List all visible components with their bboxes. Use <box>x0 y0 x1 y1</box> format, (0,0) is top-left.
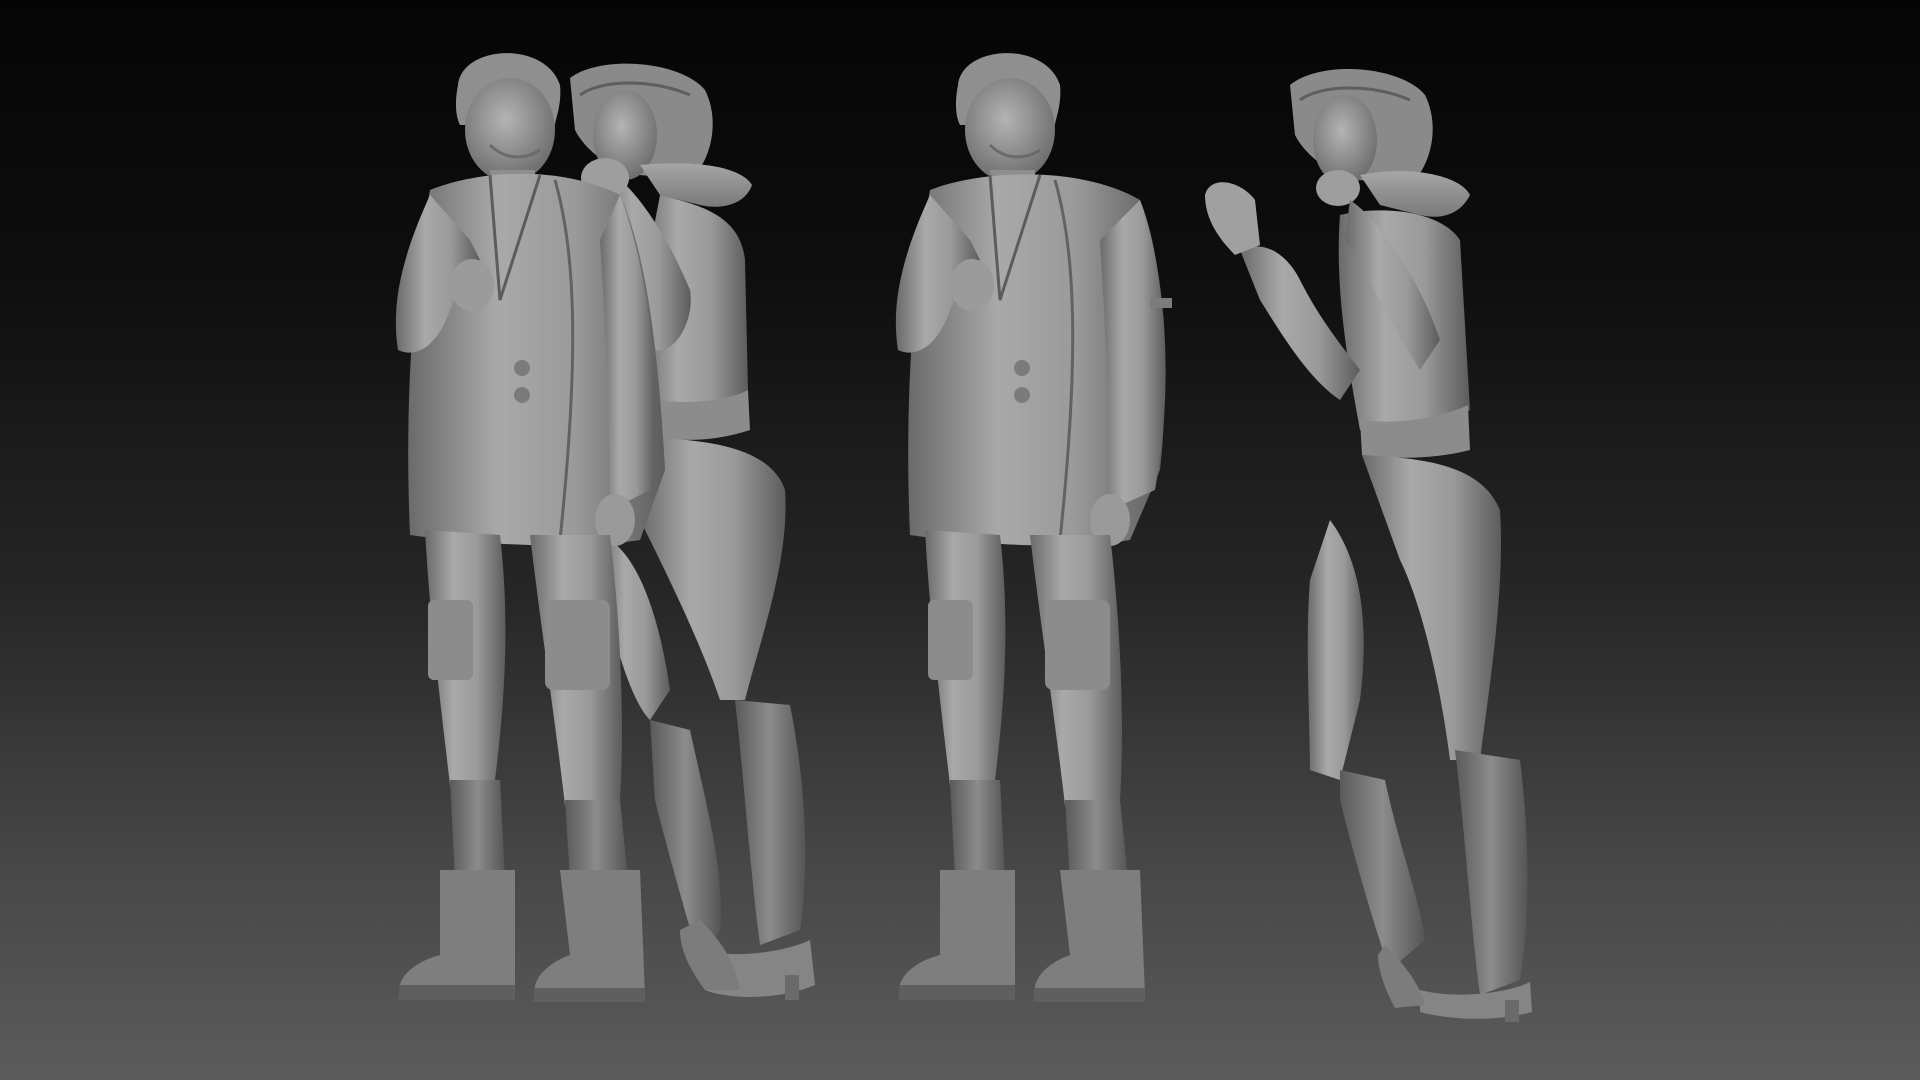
woman-figure-waving <box>1205 68 1532 1022</box>
sculpt-render-viewport <box>0 0 1920 1080</box>
sculpt-render-canvas <box>395 53 1532 1022</box>
couple-group <box>395 53 815 1002</box>
man-figure-solo <box>895 53 1172 1002</box>
